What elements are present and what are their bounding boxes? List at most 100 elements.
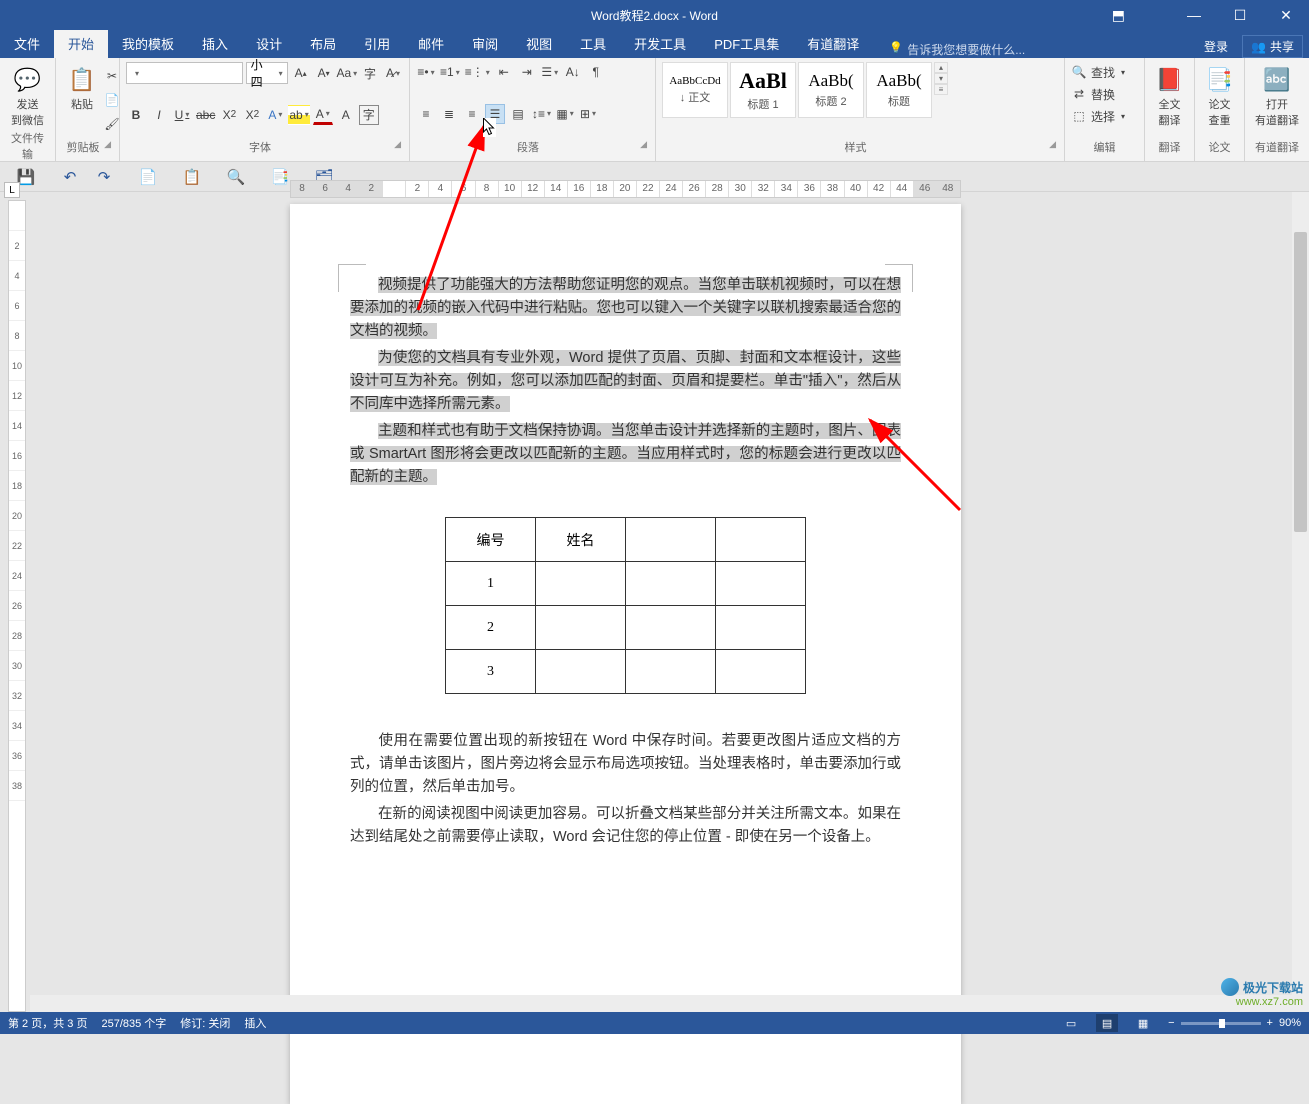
redo-button[interactable]: ↷: [94, 167, 114, 187]
paragraph-3[interactable]: 主题和样式也有助于文档保持协调。当您单击设计并选择新的主题时，图片、图表或 Sm…: [350, 420, 901, 489]
zoom-out-button[interactable]: −: [1168, 1017, 1174, 1029]
vertical-scrollbar[interactable]: [1292, 192, 1309, 1012]
menu-youdao[interactable]: 有道翻译: [793, 29, 873, 58]
paragraph-2[interactable]: 为使您的文档具有专业外观，Word 提供了页眉、页脚、封面和文本框设计，这些设计…: [350, 347, 901, 416]
subscript-button[interactable]: X2: [219, 105, 239, 125]
distributed-button[interactable]: ▤: [508, 104, 528, 124]
paragraph-1[interactable]: 视频提供了功能强大的方法帮助您证明您的观点。当您单击联机视频时，可以在想要添加的…: [350, 274, 901, 343]
thesis-check-button[interactable]: 📑 论文查重: [1201, 62, 1238, 130]
font-name-combo[interactable]: [126, 62, 243, 84]
qat-new-button[interactable]: 📄: [138, 167, 158, 187]
word-count[interactable]: 257/835 个字: [101, 1015, 166, 1031]
font-size-combo[interactable]: 小四: [246, 62, 288, 84]
tab-selector[interactable]: L: [4, 182, 20, 198]
asian-layout-button[interactable]: ☰: [540, 62, 560, 82]
style-gallery-scroll[interactable]: ▴▾≡: [934, 62, 948, 95]
horizontal-scrollbar[interactable]: [30, 995, 1292, 1012]
menu-developer[interactable]: 开发工具: [620, 29, 700, 58]
menu-home[interactable]: 开始: [54, 29, 108, 58]
change-case-button[interactable]: Aa: [337, 63, 357, 83]
paste-button[interactable]: 📋 粘贴: [62, 62, 102, 134]
dialog-launcher-icon[interactable]: ◢: [1049, 139, 1056, 150]
full-translate-button[interactable]: 📕 全文翻译: [1151, 62, 1188, 130]
sort-button[interactable]: A↓: [563, 62, 583, 82]
replace-button[interactable]: ⇄替换: [1071, 84, 1138, 104]
send-to-wechat-button[interactable]: 💬 发送 到微信: [6, 62, 49, 130]
dialog-launcher-icon[interactable]: ◢: [104, 139, 111, 150]
line-spacing-button[interactable]: ↕≡: [531, 104, 552, 124]
bold-button[interactable]: B: [126, 105, 146, 125]
select-button[interactable]: ⬚选择▾: [1071, 106, 1138, 126]
align-right-button[interactable]: ≡: [462, 104, 482, 124]
multilevel-list-button[interactable]: ≡⋮: [464, 62, 491, 82]
zoom-in-button[interactable]: +: [1267, 1017, 1273, 1029]
shading-button[interactable]: ▦: [555, 104, 575, 124]
maximize-button[interactable]: ☐: [1217, 0, 1263, 30]
copy-button[interactable]: 📄: [102, 90, 122, 110]
format-painter-button[interactable]: 🖌: [102, 114, 122, 134]
shrink-font-button[interactable]: A▾: [314, 63, 334, 83]
insert-mode[interactable]: 插入: [244, 1015, 266, 1031]
menu-references[interactable]: 引用: [350, 29, 404, 58]
vertical-ruler[interactable]: 2468101214161820222426283032343638: [8, 200, 26, 1012]
menu-insert[interactable]: 插入: [188, 29, 242, 58]
web-layout-button[interactable]: ▦: [1132, 1014, 1154, 1032]
menu-review[interactable]: 审阅: [458, 29, 512, 58]
menu-mailings[interactable]: 邮件: [404, 29, 458, 58]
share-button[interactable]: 👥共享: [1242, 35, 1303, 58]
page-indicator[interactable]: 第 2 页，共 3 页: [8, 1015, 87, 1031]
minimize-button[interactable]: —: [1171, 0, 1217, 30]
qat-paste-button[interactable]: 📋: [182, 167, 202, 187]
clear-formatting-button[interactable]: A̷: [383, 63, 403, 83]
bullets-button[interactable]: ≡•: [416, 62, 436, 82]
dialog-launcher-icon[interactable]: ◢: [394, 139, 401, 150]
style-normal[interactable]: AaBbCcDd↓ 正文: [662, 62, 728, 118]
font-color-button[interactable]: A: [313, 105, 333, 125]
character-border-button[interactable]: 字: [359, 105, 379, 125]
show-marks-button[interactable]: ¶: [586, 62, 606, 82]
menu-mytemplates[interactable]: 我的模板: [108, 29, 188, 58]
phonetic-guide-button[interactable]: 字: [360, 63, 380, 83]
read-mode-button[interactable]: ▭: [1060, 1014, 1082, 1032]
style-heading1[interactable]: AaBl标题 1: [730, 62, 796, 118]
track-changes-status[interactable]: 修订: 关闭: [180, 1015, 230, 1031]
qat-doc1-button[interactable]: 📑: [270, 167, 290, 187]
borders-button[interactable]: ⊞: [578, 104, 598, 124]
text-effects-button[interactable]: A: [265, 105, 285, 125]
underline-button[interactable]: U: [172, 105, 192, 125]
scrollbar-thumb[interactable]: [1294, 232, 1307, 532]
login-link[interactable]: 登录: [1204, 38, 1228, 55]
cut-button[interactable]: ✂: [102, 66, 122, 86]
menu-layout[interactable]: 布局: [296, 29, 350, 58]
menu-design[interactable]: 设计: [242, 29, 296, 58]
italic-button[interactable]: I: [149, 105, 169, 125]
qat-find-button[interactable]: 🔍: [226, 167, 246, 187]
menu-pdftools[interactable]: PDF工具集: [700, 29, 793, 58]
superscript-button[interactable]: X2: [242, 105, 262, 125]
highlight-button[interactable]: ab: [288, 105, 309, 125]
align-left-button[interactable]: ≡: [416, 104, 436, 124]
open-youdao-button[interactable]: 🔤 打开有道翻译: [1251, 62, 1303, 130]
find-button[interactable]: 🔍查找▾: [1071, 62, 1138, 82]
menu-file[interactable]: 文件: [0, 29, 54, 58]
numbering-button[interactable]: ≡1: [439, 62, 461, 82]
menu-view[interactable]: 视图: [512, 29, 566, 58]
justify-button[interactable]: ☰: [485, 104, 505, 124]
document-table[interactable]: 编号 姓名 1 2 3: [445, 517, 806, 694]
horizontal-ruler[interactable]: 8642246810121416182022242628303234363840…: [290, 180, 961, 198]
align-center-button[interactable]: ≣: [439, 104, 459, 124]
print-layout-button[interactable]: ▤: [1096, 1014, 1118, 1032]
dialog-launcher-icon[interactable]: ◢: [640, 139, 647, 150]
tell-me-search[interactable]: 告诉我您想要做什么...: [883, 41, 1025, 58]
undo-button[interactable]: ↶: [60, 167, 80, 187]
enclose-characters-button[interactable]: A: [336, 105, 356, 125]
paragraph-5[interactable]: 在新的阅读视图中阅读更加容易。可以折叠文档某些部分并关注所需文本。如果在达到结尾…: [350, 803, 901, 849]
menu-tools[interactable]: 工具: [566, 29, 620, 58]
paragraph-4[interactable]: 使用在需要位置出现的新按钮在 Word 中保存时间。若要更改图片适应文档的方式，…: [350, 730, 901, 799]
style-title[interactable]: AaBb(标题: [866, 62, 932, 118]
close-button[interactable]: ✕: [1263, 0, 1309, 30]
document-page[interactable]: 视频提供了功能强大的方法帮助您证明您的观点。当您单击联机视频时，可以在想要添加的…: [290, 204, 961, 1104]
zoom-level[interactable]: 90%: [1279, 1017, 1301, 1029]
grow-font-button[interactable]: A▴: [291, 63, 311, 83]
ribbon-display-icon[interactable]: ⬒: [1112, 7, 1125, 24]
